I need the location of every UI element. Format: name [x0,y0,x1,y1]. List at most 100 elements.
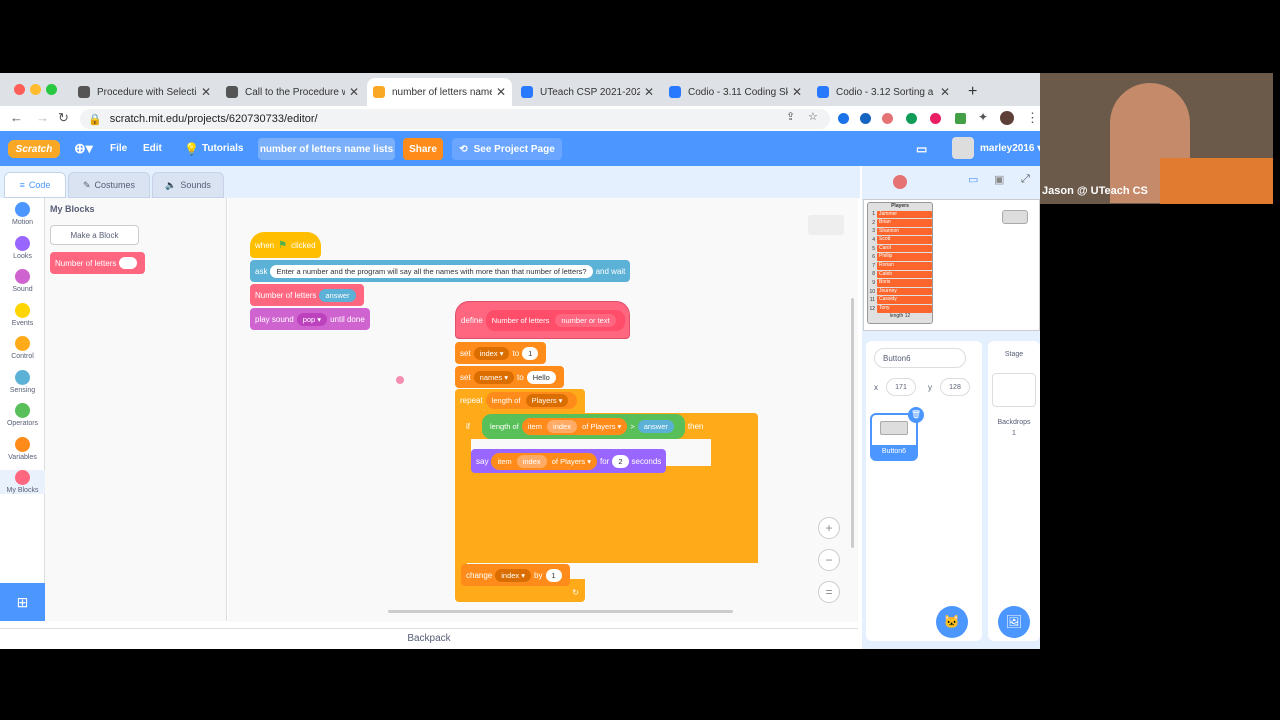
folder-icon[interactable]: ▭ [916,131,927,166]
add-sprite-button[interactable]: 🐱 [936,606,968,638]
ask-block[interactable]: ask Enter a number and the program will s… [250,260,631,282]
answer-reporter[interactable]: answer [319,288,356,302]
small-stage-icon[interactable]: ▭ [968,173,978,186]
user-avatar[interactable] [952,137,974,159]
category-operators[interactable]: Operators [0,403,45,427]
category-motion[interactable]: Motion [0,202,45,226]
variable-dropdown[interactable]: names ▾ [473,370,515,384]
fullscreen-icon[interactable]: ⤢ [1021,173,1030,186]
share-button[interactable]: Share [403,138,443,160]
extension-icon[interactable] [882,113,893,124]
extension-icon[interactable] [838,113,849,124]
more-menu-icon[interactable]: ⋮ [1026,110,1039,126]
project-title-field[interactable]: number of letters name lists [258,138,395,160]
browser-tab-1[interactable]: Procedure with Selectio ✕ [72,78,217,106]
minimize-window-dot[interactable] [30,84,41,95]
category-control[interactable]: Control [0,336,45,360]
sprite-x-field[interactable]: 171 [886,378,916,396]
large-stage-icon[interactable]: ▣ [994,173,1004,186]
zoom-reset-icon[interactable]: = [818,581,840,603]
change-index-block[interactable]: change index ▾ by 1 [461,564,570,586]
category-variables[interactable]: Variables [0,436,45,461]
number-of-letters-call-block[interactable]: Number of letters answer [250,284,364,306]
extension-icon[interactable] [906,113,917,124]
forward-icon[interactable]: → [36,110,49,125]
extension-icon[interactable] [955,113,966,124]
category-sensing[interactable]: Sensing [0,369,45,394]
ask-text-input[interactable]: Enter a number and the program will say … [270,264,593,278]
variable-dropdown[interactable]: index ▾ [495,568,532,582]
when-flag-clicked-block[interactable]: when ⚑ clicked [250,232,321,258]
username-menu[interactable]: marley2016 ▾ [980,131,1040,166]
puzzle-icon[interactable]: ✦ [978,110,988,124]
sprite-name-field[interactable]: Button6 [874,348,966,368]
custom-block-palette[interactable]: Number of letters [50,252,145,274]
say-for-seconds-block[interactable]: say item index of Players ▾ for 2 seconds [471,449,667,473]
set-index-block[interactable]: set index ▾ to 1 [455,342,547,364]
item-of-list-reporter[interactable]: item index of Players ▾ [491,452,597,470]
extension-icon[interactable] [930,113,941,124]
zoom-out-icon[interactable]: − [818,549,840,571]
list-dropdown[interactable]: Players ▾ [525,393,569,407]
scratch-logo[interactable]: Scratch [8,140,60,158]
horizontal-scrollbar[interactable] [388,610,733,613]
index-reporter[interactable]: index [516,454,547,468]
close-tab-icon[interactable]: ✕ [940,85,950,99]
globe-icon[interactable]: ⊕▾ [74,131,93,166]
seconds-input[interactable]: 2 [612,454,629,468]
value-input[interactable]: Hello [526,370,556,384]
backdrop-thumbnail[interactable] [992,373,1036,407]
share-icon[interactable]: ⇪ [786,110,795,123]
item-of-list-reporter[interactable]: item index of Players ▾ [521,417,628,435]
tab-code[interactable]: ≡ Code [4,172,66,198]
close-tab-icon[interactable]: ✕ [496,85,506,99]
extension-icon[interactable] [860,113,871,124]
category-my-blocks[interactable]: My Blocks [0,470,45,494]
vertical-scrollbar[interactable] [851,298,854,548]
profile-avatar[interactable] [1000,111,1014,125]
delete-sprite-icon[interactable]: 🗑 [908,407,924,423]
code-workspace[interactable]: when ⚑ clicked ask Enter a number and the p… [228,198,858,622]
browser-tab-5[interactable]: Codio - 3.11 Coding Skil ✕ [663,78,808,106]
category-looks[interactable]: Looks [0,235,45,260]
sprite-y-field[interactable]: 128 [940,378,970,396]
index-reporter[interactable]: index [547,419,577,433]
close-tab-icon[interactable]: ✕ [792,85,802,99]
file-menu[interactable]: File [110,131,127,166]
reload-icon[interactable]: ↻ [58,110,69,126]
browser-tab-3[interactable]: number of letters name ✕ [367,78,512,106]
set-names-block[interactable]: set names ▾ to Hello [455,366,564,388]
play-sound-block[interactable]: play sound pop ▾ until done [250,308,370,330]
stage-canvas[interactable]: Players 1 Jammer 2 Brian 3 Shannon 4 Scott 5 Caro… [863,199,1040,331]
browser-tab-2[interactable]: Call to the Procedure wi ✕ [220,78,365,106]
sound-dropdown[interactable]: pop ▾ [296,312,328,326]
backpack-bar[interactable]: Backpack [0,628,858,648]
back-icon[interactable]: ← [10,110,23,125]
tab-sounds[interactable]: 🔈 Sounds [152,172,224,198]
variable-dropdown[interactable]: index ▾ [473,346,510,360]
greater-than-operator[interactable]: length of item index of Players ▾ > answer [482,413,685,439]
close-tab-icon[interactable]: ✕ [644,85,654,99]
sprite-thumbnail[interactable]: Button6 🗑 [870,407,924,461]
make-a-block-button[interactable]: Make a Block [50,225,139,245]
value-input[interactable]: 1 [545,568,562,582]
close-tab-icon[interactable]: ✕ [201,85,211,99]
param-number-or-text[interactable]: number or text [555,313,616,327]
button-sprite[interactable] [1002,210,1028,224]
add-backdrop-button[interactable]: 🖼 [998,606,1030,638]
zoom-in-icon[interactable]: + [818,517,840,539]
length-of-list-reporter[interactable]: length of Players ▾ [485,391,578,409]
define-block[interactable]: define Number of letters number or text [455,301,630,339]
edit-menu[interactable]: Edit [143,131,162,166]
value-input[interactable]: 1 [522,346,539,360]
tab-costumes[interactable]: ✎ Costumes [68,172,150,198]
maximize-window-dot[interactable] [46,84,57,95]
add-extension-button[interactable]: ⊞ [0,583,45,621]
url-field[interactable]: 🔒 scratch.mit.edu/projects/620730733/edit… [80,109,830,129]
browser-tab-4[interactable]: UTeach CSP 2021-2022 ✕ [515,78,660,106]
close-tab-icon[interactable]: ✕ [349,85,359,99]
tutorials-button[interactable]: Tutorials [202,131,243,166]
category-events[interactable]: Events [0,302,45,327]
see-project-page-button[interactable]: ⟲ See Project Page [452,138,562,160]
answer-reporter[interactable]: answer [637,419,674,433]
